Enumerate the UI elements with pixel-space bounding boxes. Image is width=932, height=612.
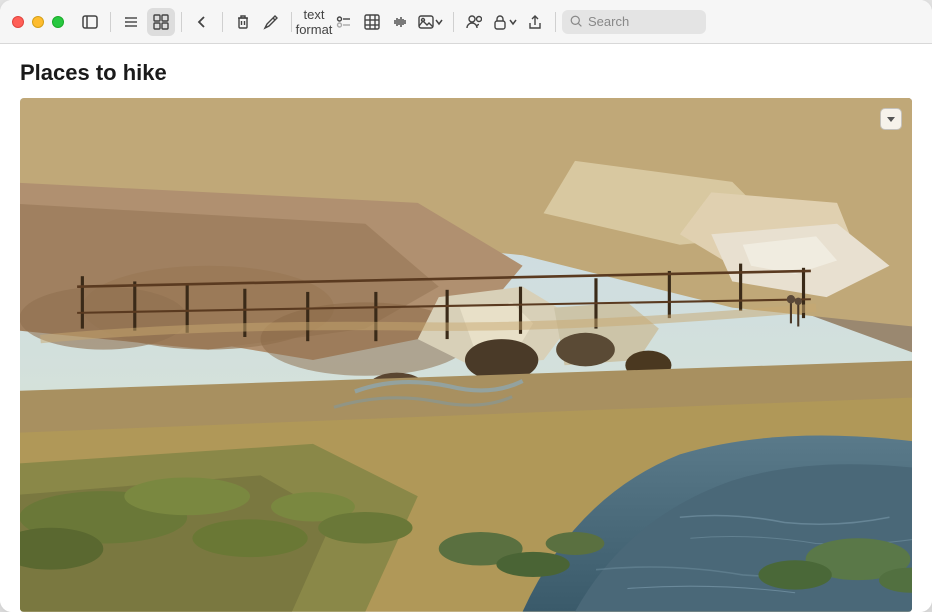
audio-button[interactable] — [386, 8, 414, 36]
separator-4 — [291, 12, 292, 32]
note-title: Places to hike — [20, 60, 912, 86]
note-image-container — [20, 98, 912, 612]
search-box[interactable] — [562, 10, 706, 34]
delete-button[interactable] — [229, 8, 257, 36]
back-button[interactable] — [188, 8, 216, 36]
landscape-image — [20, 98, 912, 612]
compose-button[interactable] — [257, 8, 285, 36]
search-icon — [570, 15, 583, 28]
chevron-down-icon — [887, 117, 895, 122]
traffic-lights — [12, 16, 64, 28]
separator-6 — [555, 12, 556, 32]
separator-1 — [110, 12, 111, 32]
lock-button[interactable] — [488, 8, 521, 36]
separator-3 — [222, 12, 223, 32]
titlebar: text format — [0, 0, 932, 44]
minimize-button[interactable] — [32, 16, 44, 28]
maximize-button[interactable] — [52, 16, 64, 28]
separator-5 — [453, 12, 454, 32]
sidebar-toggle-button[interactable] — [76, 8, 104, 36]
separator-2 — [181, 12, 182, 32]
table-button[interactable] — [358, 8, 386, 36]
search-input[interactable] — [588, 14, 698, 29]
text-format-label: text format — [296, 7, 333, 37]
layout-group — [117, 8, 175, 36]
image-options-button[interactable] — [880, 108, 902, 130]
close-button[interactable] — [12, 16, 24, 28]
media-button[interactable] — [414, 8, 447, 36]
note-content: Places to hike — [0, 44, 932, 612]
gallery-view-button[interactable] — [147, 8, 175, 36]
export-button[interactable] — [521, 8, 549, 36]
notes-window: text format — [0, 0, 932, 612]
checklist-button[interactable] — [330, 8, 358, 36]
collaborate-button[interactable] — [460, 8, 488, 36]
list-view-button[interactable] — [117, 8, 145, 36]
view-toggle-group — [76, 8, 104, 36]
text-format-button[interactable]: text format — [298, 8, 330, 36]
